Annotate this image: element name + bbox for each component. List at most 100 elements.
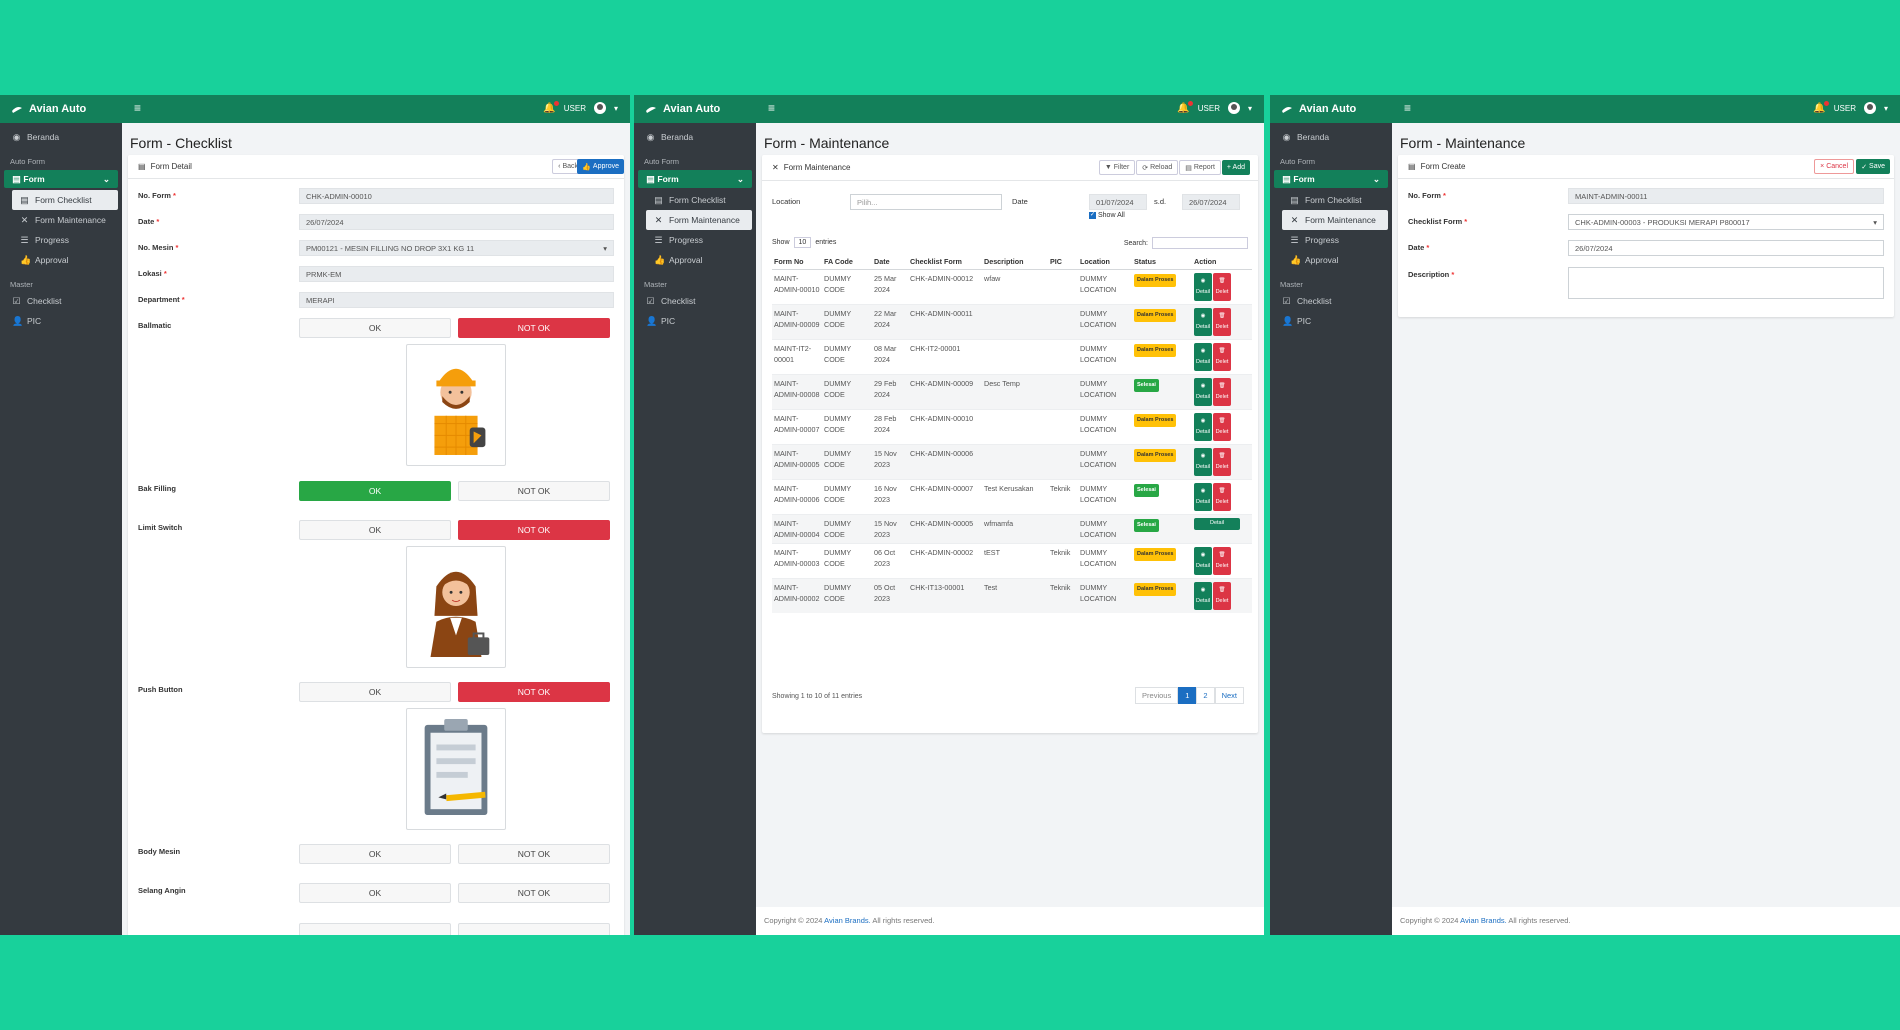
- body-mesin-notok-button[interactable]: NOT OK: [458, 844, 610, 864]
- ballmatic-photo[interactable]: [406, 344, 506, 466]
- delete-button[interactable]: 🗑 Delet: [1213, 447, 1231, 476]
- detail-button[interactable]: ◉ Detail: [1194, 412, 1212, 441]
- user-name[interactable]: USER: [1834, 104, 1856, 113]
- checklist-form-select[interactable]: CHK-ADMIN-00003 - PRODUKSI MERAPI P80001…: [1568, 214, 1884, 230]
- ballmatic-notok-button[interactable]: NOT OK: [458, 318, 610, 338]
- delete-button[interactable]: 🗑 Delet: [1213, 482, 1231, 511]
- sidebar-item-pic[interactable]: 👤 PIC: [0, 311, 122, 331]
- description-textarea[interactable]: [1568, 267, 1884, 299]
- column-header[interactable]: Form No: [772, 255, 822, 270]
- report-button[interactable]: ▤ Report: [1179, 160, 1221, 175]
- user-name[interactable]: USER: [564, 104, 586, 113]
- date-from-field[interactable]: 01/07/2024: [1089, 194, 1147, 210]
- next-page-button[interactable]: Next: [1214, 687, 1244, 704]
- body-mesin-ok-button[interactable]: OK: [299, 844, 451, 864]
- column-header[interactable]: Date: [872, 255, 908, 270]
- avatar[interactable]: [1863, 102, 1876, 114]
- delete-button[interactable]: 🗑 Delet: [1213, 377, 1231, 406]
- sidebar-item-progress[interactable]: ☰ Progress: [634, 230, 756, 250]
- sidebar-item-form[interactable]: ▤ Form ⌄: [638, 170, 752, 188]
- filter-button[interactable]: ▼ Filter: [1098, 160, 1136, 175]
- page-1-button[interactable]: 1: [1178, 687, 1197, 704]
- detail-button[interactable]: ◉ Detail: [1194, 447, 1212, 476]
- menu-toggle-icon[interactable]: ≡: [768, 101, 775, 115]
- selang-angin-notok-button[interactable]: NOT OK: [458, 883, 610, 903]
- detail-button[interactable]: ◉ Detail: [1194, 482, 1212, 511]
- next-item-ok-button[interactable]: [299, 923, 451, 935]
- delete-button[interactable]: 🗑 Delet: [1213, 412, 1231, 441]
- date-to-field[interactable]: 26/07/2024: [1182, 194, 1240, 210]
- detail-button[interactable]: ◉ Detail: [1194, 546, 1212, 575]
- sidebar-item-pic[interactable]: 👤 PIC: [634, 311, 756, 331]
- sidebar-item-approval[interactable]: 👍 Approval: [0, 250, 122, 270]
- footer-brand-link[interactable]: Avian Brands.: [824, 916, 871, 925]
- user-name[interactable]: USER: [1198, 104, 1220, 113]
- detail-button[interactable]: ◉ Detail: [1194, 581, 1212, 610]
- avatar[interactable]: [1227, 102, 1240, 114]
- next-item-notok-button[interactable]: [458, 923, 610, 935]
- delete-button[interactable]: 🗑 Delet: [1213, 272, 1231, 301]
- push-button-ok-button[interactable]: OK: [299, 682, 451, 702]
- push-button-notok-button[interactable]: NOT OK: [458, 682, 610, 702]
- save-button[interactable]: ✓ Save: [1856, 159, 1890, 174]
- chevron-down-icon[interactable]: ▾: [1884, 104, 1888, 113]
- column-header[interactable]: PIC: [1048, 255, 1078, 270]
- footer-brand-link[interactable]: Avian Brands.: [1460, 916, 1507, 925]
- sidebar-item-checklist[interactable]: ☑ Checklist: [0, 291, 122, 311]
- bell-icon[interactable]: 🔔: [543, 100, 559, 114]
- sidebar-item-progress[interactable]: ☰ Progress: [1270, 230, 1392, 250]
- column-header[interactable]: FA Code: [822, 255, 872, 270]
- column-header[interactable]: Checklist Form: [908, 255, 982, 270]
- sidebar-item-checklist[interactable]: ☑ Checklist: [634, 291, 756, 311]
- delete-button[interactable]: 🗑 Delet: [1213, 342, 1231, 371]
- no-form-field[interactable]: CHK-ADMIN-00010: [299, 188, 614, 204]
- brand[interactable]: Avian Auto: [10, 102, 86, 116]
- reload-button[interactable]: ⟳ Reload: [1136, 160, 1179, 175]
- sidebar-item-beranda[interactable]: ◉ Beranda: [1270, 127, 1392, 147]
- no-mesin-select[interactable]: PM00121 - MESIN FILLING NO DROP 3X1 KG 1…: [299, 240, 614, 256]
- chevron-down-icon[interactable]: ▾: [1248, 104, 1252, 113]
- page-2-button[interactable]: 2: [1196, 687, 1215, 704]
- sidebar-item-form-checklist[interactable]: ▤ Form Checklist: [634, 190, 756, 210]
- previous-page-button[interactable]: Previous: [1135, 687, 1179, 704]
- avatar[interactable]: [593, 102, 606, 114]
- show-all-checkbox[interactable]: ✓ Show All: [1089, 212, 1125, 219]
- sidebar-item-progress[interactable]: ☰ Progress: [0, 230, 122, 250]
- bak-filling-ok-button[interactable]: OK: [299, 481, 451, 501]
- entries-select[interactable]: 10: [793, 237, 812, 248]
- ballmatic-ok-button[interactable]: OK: [299, 318, 451, 338]
- sidebar-item-form-checklist[interactable]: ▤ Form Checklist: [12, 190, 118, 210]
- sidebar-item-pic[interactable]: 👤 PIC: [1270, 311, 1392, 331]
- column-header[interactable]: Description: [982, 255, 1048, 270]
- delete-button[interactable]: 🗑 Delet: [1213, 546, 1231, 575]
- date-field[interactable]: 26/07/2024: [299, 214, 614, 230]
- cancel-button[interactable]: × Cancel: [1814, 159, 1854, 174]
- brand[interactable]: Avian Auto: [644, 102, 720, 116]
- limit-switch-ok-button[interactable]: OK: [299, 520, 451, 540]
- bell-icon[interactable]: 🔔: [1813, 100, 1829, 114]
- date-field[interactable]: 26/07/2024: [1568, 240, 1884, 256]
- sidebar-item-form[interactable]: ▤ Form ⌄: [4, 170, 118, 188]
- sidebar-item-form-maintenance[interactable]: ✕ Form Maintenance: [646, 210, 752, 230]
- chevron-down-icon[interactable]: ▾: [614, 104, 618, 113]
- detail-button[interactable]: ◉ Detail: [1194, 307, 1212, 336]
- brand[interactable]: Avian Auto: [1280, 102, 1356, 116]
- push-button-photo[interactable]: [406, 708, 506, 830]
- search-input[interactable]: [1152, 237, 1248, 249]
- column-header[interactable]: Status: [1132, 255, 1192, 270]
- delete-button[interactable]: 🗑 Delet: [1213, 307, 1231, 336]
- limit-switch-notok-button[interactable]: NOT OK: [458, 520, 610, 540]
- sidebar-item-approval[interactable]: 👍 Approval: [1270, 250, 1392, 270]
- sidebar-item-checklist[interactable]: ☑ Checklist: [1270, 291, 1392, 311]
- menu-toggle-icon[interactable]: ≡: [1404, 101, 1411, 115]
- detail-button[interactable]: ◉ Detail: [1194, 272, 1212, 301]
- add-button[interactable]: + Add: [1221, 160, 1250, 175]
- sidebar-item-approval[interactable]: 👍 Approval: [634, 250, 756, 270]
- department-field[interactable]: MERAPI: [299, 292, 614, 308]
- approve-button[interactable]: 👍 Approve: [577, 159, 624, 174]
- detail-button[interactable]: ◉ Detail: [1194, 377, 1212, 406]
- sidebar-item-form-maintenance[interactable]: ✕ Form Maintenance: [0, 210, 122, 230]
- bak-filling-notok-button[interactable]: NOT OK: [458, 481, 610, 501]
- sidebar-item-form-checklist[interactable]: ▤ Form Checklist: [1270, 190, 1392, 210]
- detail-button[interactable]: ◉ Detail: [1194, 342, 1212, 371]
